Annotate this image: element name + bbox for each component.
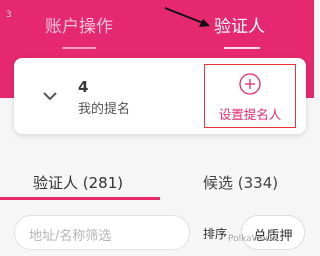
set-nominees-label: 设置提名人 — [218, 107, 282, 122]
set-nominees-button[interactable]: 设置提名人 — [204, 64, 296, 128]
list-tabs: 验证人 (281) 候选 (334) — [0, 160, 314, 200]
nomination-card: 4 我的提名 设置提名人 — [14, 58, 306, 134]
chevron-down-icon[interactable] — [42, 88, 58, 104]
my-nominations-label: 我的提名 — [78, 102, 131, 117]
tab-validator-list[interactable]: 验证人 (281) — [33, 172, 123, 193]
plus-circle-icon — [239, 73, 261, 95]
active-tab-underline — [0, 197, 160, 200]
filter-input[interactable]: 地址/名称筛选 — [14, 215, 190, 250]
sort-label: 排序 — [203, 227, 228, 241]
nomination-count: 4 — [78, 78, 89, 96]
sort-by-total-stake-button[interactable]: 总质押 — [241, 215, 305, 250]
tab-candidate-list[interactable]: 候选 (334) — [203, 172, 278, 193]
filter-placeholder: 地址/名称筛选 — [29, 229, 112, 244]
watermark: PolkaWorld — [228, 234, 278, 244]
